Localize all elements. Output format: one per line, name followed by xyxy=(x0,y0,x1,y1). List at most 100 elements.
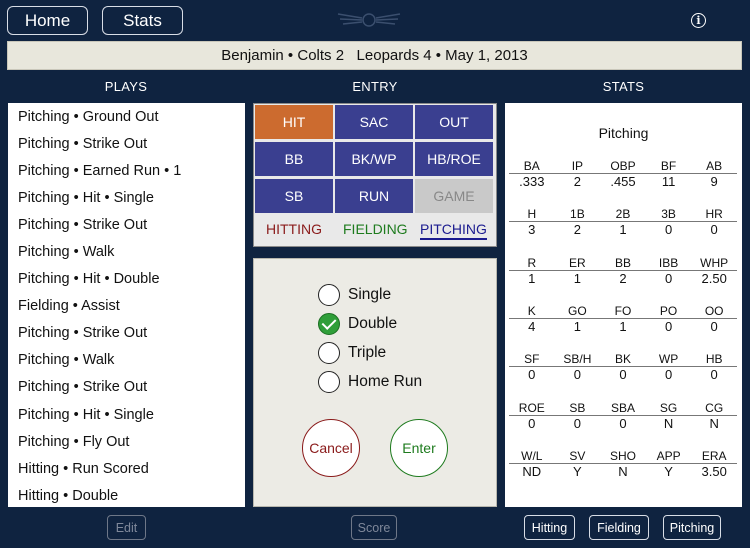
stat-label: APP xyxy=(656,448,681,463)
score-button[interactable]: Score xyxy=(351,515,397,540)
play-item[interactable]: Pitching • Strike Out xyxy=(8,374,245,401)
stat-value: 0 xyxy=(528,367,536,383)
stat-value: 9 xyxy=(710,174,718,189)
option-single[interactable]: Single xyxy=(318,283,391,307)
play-item[interactable]: Pitching • Fly Out xyxy=(8,428,245,455)
stat-label: BK xyxy=(614,352,631,367)
stat-value: 0 xyxy=(664,270,673,286)
radio-unchecked-icon[interactable] xyxy=(318,371,340,393)
stat-value: 0 xyxy=(619,415,627,431)
play-item[interactable]: Pitching • Hit • Single xyxy=(8,184,245,211)
stats-header: STATS xyxy=(602,79,645,94)
stat-label: AB xyxy=(706,159,723,173)
play-item[interactable]: Pitching • Strike Out xyxy=(8,320,245,347)
stats-button[interactable]: Stats xyxy=(102,6,183,35)
home-button[interactable]: Home xyxy=(7,6,88,35)
play-item[interactable]: Pitching • Walk xyxy=(8,347,245,374)
play-item[interactable]: Pitching • Hit • Double xyxy=(8,266,245,293)
edit-button[interactable]: Edit xyxy=(107,515,146,540)
radio-unchecked-icon[interactable] xyxy=(318,284,340,306)
stat-value: N xyxy=(663,415,674,431)
stats-header-row: BA IP OBP BF AB xyxy=(509,159,737,174)
pitching-stats-button[interactable]: Pitching xyxy=(663,515,721,540)
stat-value: 0 xyxy=(573,415,581,431)
stats-header-row: W/L SV SHO APP ERA xyxy=(509,449,737,464)
stats-value-row: 4 1 1 0 0 xyxy=(509,319,737,335)
stats-header-row: H 1B 2B 3B HR xyxy=(509,207,737,223)
hitting-stats-button[interactable]: Hitting xyxy=(524,515,575,540)
game-info-text: Benjamin • Colts 2 Leopards 4 • May 1, 2… xyxy=(221,47,528,64)
stat-label: BB xyxy=(614,255,631,270)
tab-pitching[interactable]: PITCHING xyxy=(420,221,487,240)
play-item[interactable]: Pitching • Strike Out xyxy=(8,211,245,238)
sac-button[interactable]: SAC xyxy=(335,105,413,139)
option-double[interactable]: Double xyxy=(318,312,397,336)
sb-button[interactable]: SB xyxy=(255,179,333,213)
play-item[interactable]: Pitching • Walk xyxy=(8,238,245,265)
game-button[interactable]: GAME xyxy=(415,179,493,213)
stat-label: OBP xyxy=(610,159,636,173)
stat-value: 0 xyxy=(710,367,718,383)
radio-checked-icon[interactable] xyxy=(318,313,340,335)
tab-fielding[interactable]: FIELDING xyxy=(343,221,408,237)
stat-label: ERA xyxy=(701,448,727,463)
cancel-button[interactable]: Cancel xyxy=(302,419,360,477)
stat-value: 3.50 xyxy=(701,463,727,479)
play-item[interactable]: Pitching • Hit • Single xyxy=(8,401,245,428)
option-triple[interactable]: Triple xyxy=(318,341,386,365)
play-item[interactable]: Fielding • Assist xyxy=(8,293,245,320)
stat-value: ND xyxy=(522,463,542,479)
stat-label: K xyxy=(527,303,536,318)
stats-value-row: 3 2 1 0 0 xyxy=(509,222,737,238)
enter-button[interactable]: Enter xyxy=(390,419,448,477)
stat-value: 2 xyxy=(573,174,581,189)
stat-label: W/L xyxy=(521,448,543,463)
stat-label: 2B xyxy=(615,207,631,222)
stat-label: WHP xyxy=(700,255,729,270)
stat-label: WP xyxy=(658,352,679,367)
stat-value: 3 xyxy=(528,222,536,238)
play-item[interactable]: Pitching • Strike Out xyxy=(8,130,245,157)
stats-header-row: SF SB/H BK WP HB xyxy=(509,352,737,368)
stat-value: 1 xyxy=(573,270,581,286)
stat-value: Y xyxy=(573,463,582,479)
option-label: Single xyxy=(348,286,392,303)
plays-list[interactable]: Pitching • Ground Out Pitching • Strike … xyxy=(8,103,245,507)
stat-value: 1 xyxy=(619,318,627,334)
play-item[interactable]: Hitting • Double xyxy=(8,482,245,507)
stat-value: N xyxy=(709,415,719,431)
stats-panel: Pitching BA IP OBP BF AB .333 2.455 11 9 H 1B 2B 3B H… xyxy=(505,103,742,507)
stats-value-row: 0 0 0 0 0 xyxy=(509,367,737,383)
stat-label: ER xyxy=(569,255,586,270)
stat-label: 1B xyxy=(570,207,585,222)
stat-label: H xyxy=(527,207,537,222)
hb-roe-button[interactable]: HB/ROE xyxy=(415,142,493,176)
fielding-stats-button[interactable]: Fielding xyxy=(589,515,649,540)
stat-label: IP xyxy=(571,159,584,173)
option-home-run[interactable]: Home Run xyxy=(318,370,422,394)
run-button[interactable]: RUN xyxy=(335,179,413,213)
stat-label: SF xyxy=(524,352,540,367)
bb-button[interactable]: BB xyxy=(255,142,333,176)
radio-unchecked-icon[interactable] xyxy=(318,342,340,364)
stat-label: SB xyxy=(569,400,586,415)
hit-button[interactable]: HIT xyxy=(255,105,333,139)
stat-label: IBB xyxy=(658,255,679,270)
stats-value-row: 0 0 0 N N xyxy=(509,416,737,432)
info-icon[interactable]: i xyxy=(691,13,706,28)
bk-wp-button[interactable]: BK/WP xyxy=(335,142,413,176)
stat-value: 0 xyxy=(710,318,718,334)
stats-title: Pitching xyxy=(598,125,649,141)
tab-hitting[interactable]: HITTING xyxy=(266,221,322,237)
stats-header-row: ROE SB SBA SG CG xyxy=(509,401,737,416)
play-item[interactable]: Pitching • Ground Out xyxy=(8,103,245,130)
stat-label: PO xyxy=(659,303,678,318)
entry-header: ENTRY xyxy=(352,79,398,94)
play-item[interactable]: Hitting • Run Scored xyxy=(8,455,245,482)
stat-value: 2.50 xyxy=(701,270,727,286)
out-button[interactable]: OUT xyxy=(415,105,493,139)
play-item[interactable]: Pitching • Earned Run • 1 xyxy=(8,157,245,184)
stat-label: BA xyxy=(523,159,540,173)
stat-label: OO xyxy=(704,303,724,318)
hit-detail-panel: Single Double Triple Home Run Cancel Ent… xyxy=(253,258,497,507)
